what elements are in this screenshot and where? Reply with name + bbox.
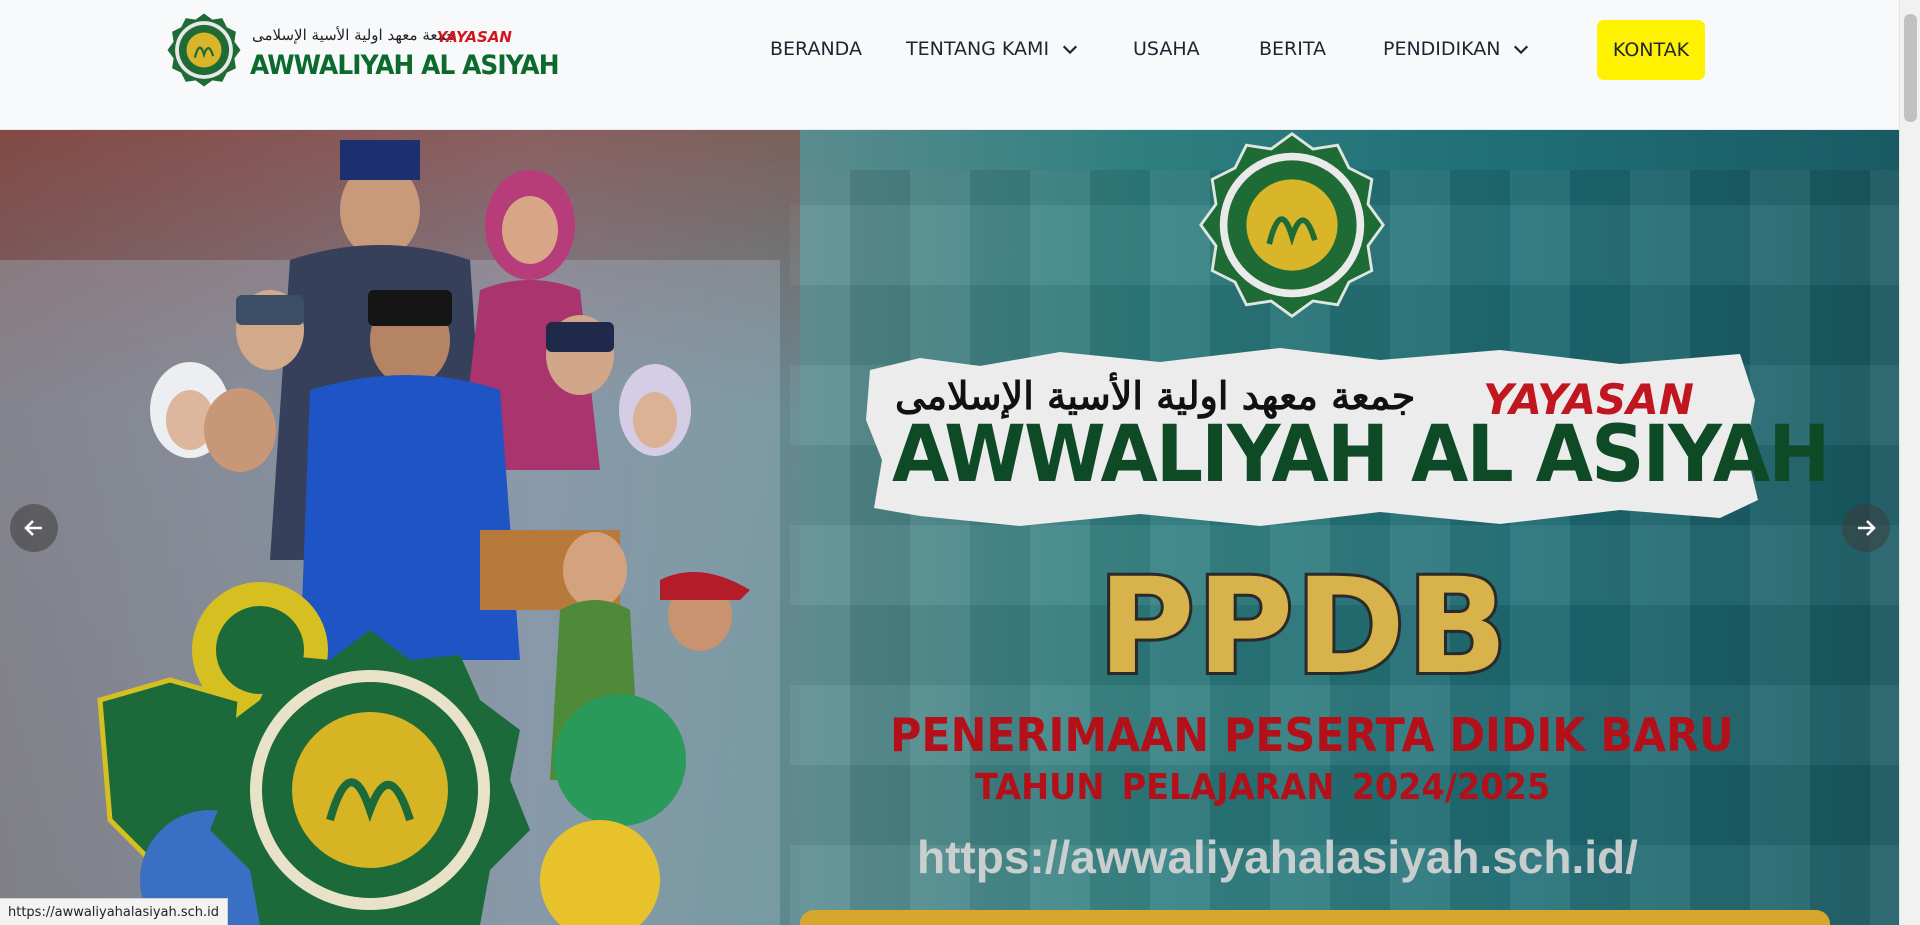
nav-label: PENDIDIKAN	[1383, 38, 1501, 60]
students-collage-image	[97, 140, 750, 925]
slider-next-button[interactable]	[1842, 504, 1890, 552]
nav-tentang-kami[interactable]: TENTANG KAMI	[906, 38, 1079, 60]
page-scrollbar[interactable]	[1899, 0, 1920, 925]
nav-label: BERITA	[1259, 38, 1326, 60]
ppdb-academic-year: TAHUN PELAJARAN 2024/2025	[975, 767, 1551, 808]
site-header: جمعة معهد اولية الأسية الإسلامى YAYASAN …	[0, 0, 1899, 130]
slider-prev-button[interactable]	[10, 504, 58, 552]
main-nav: BERANDA TENTANG KAMI USAHA BERITA PENDID…	[0, 20, 1899, 80]
kontak-button[interactable]: KONTAK	[1597, 20, 1705, 80]
chevron-down-icon	[1514, 45, 1529, 55]
nav-usaha[interactable]: USAHA	[1133, 38, 1200, 60]
link-status-url: https://awwaliyahalasiyah.sch.id	[0, 898, 229, 925]
hero-slider: جمعة معهد اولية الأسية الإسلامى YAYASAN …	[0, 130, 1899, 925]
hero-website-url: https://awwaliyahalasiyah.sch.id/	[917, 831, 1638, 883]
foundation-seal-icon	[1199, 132, 1385, 318]
gold-footer-bar	[800, 910, 1830, 925]
nav-label: TENTANG KAMI	[906, 38, 1050, 60]
nav-label: BERANDA	[770, 38, 862, 60]
nav-pendidikan[interactable]: PENDIDIKAN	[1383, 38, 1530, 60]
nav-berita[interactable]: BERITA	[1259, 38, 1326, 60]
arrow-right-icon	[1858, 520, 1876, 536]
ppdb-subtitle: PENERIMAAN PESERTA DIDIK BARU	[890, 708, 1734, 762]
arrow-left-icon	[24, 520, 42, 536]
banner-foundation-name: AWWALIYAH AL ASIYAH	[892, 410, 1830, 500]
chevron-down-icon	[1062, 45, 1078, 55]
nav-beranda[interactable]: BERANDA	[770, 38, 862, 60]
scrollbar-thumb[interactable]	[1904, 14, 1917, 122]
nav-label: USAHA	[1133, 38, 1200, 60]
ppdb-heading: PPDB	[1095, 547, 1511, 707]
